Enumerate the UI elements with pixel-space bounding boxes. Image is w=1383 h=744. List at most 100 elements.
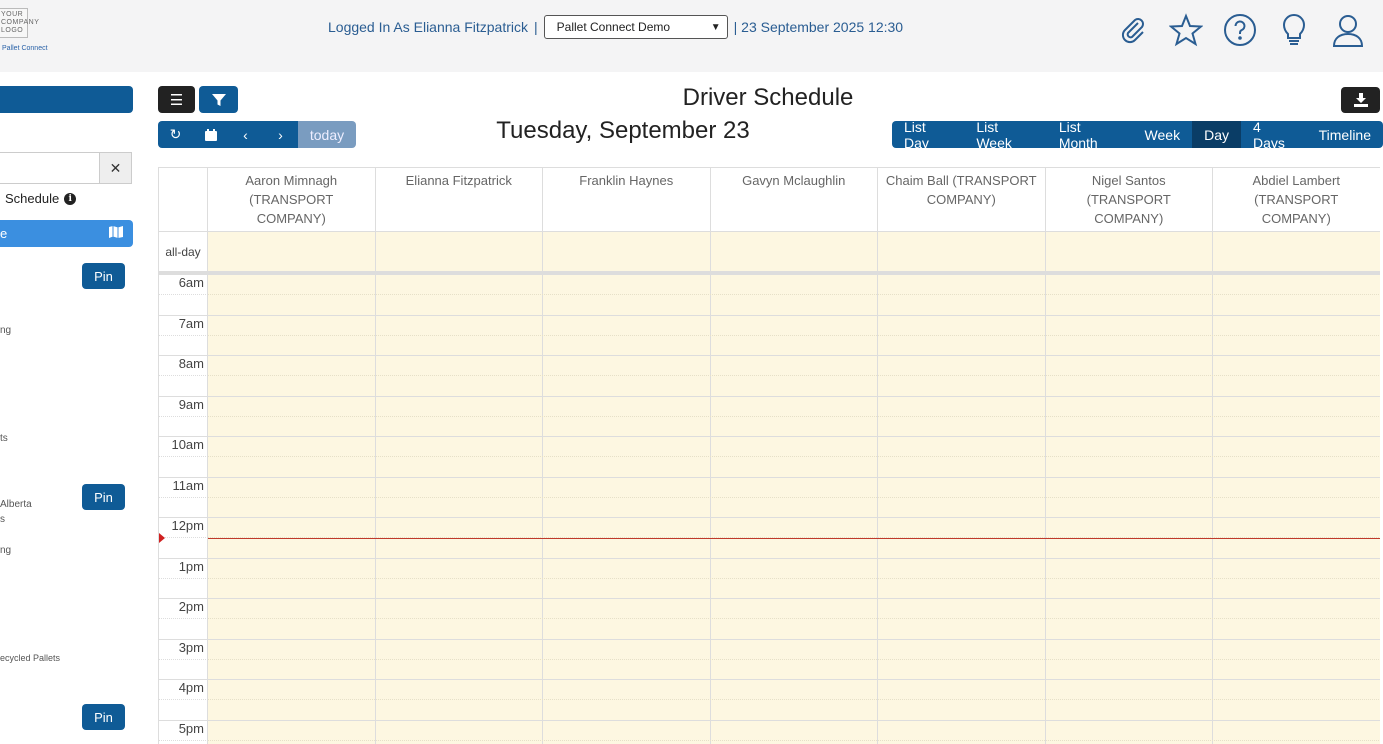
now-indicator-arrow (159, 532, 165, 543)
time-slot-column[interactable] (711, 274, 878, 744)
clear-search-button[interactable]: ✕ (99, 152, 132, 184)
calendar-picker-button[interactable] (193, 121, 228, 148)
company-select[interactable]: Pallet Connect Demo ▼ (543, 15, 728, 39)
hour-label: 6am (178, 275, 204, 290)
filter-icon (211, 93, 226, 106)
pin-button[interactable]: Pin (82, 484, 125, 510)
logged-in-text: Logged In As Elianna Fitzpatrick (328, 19, 529, 35)
pin-button[interactable]: Pin (82, 263, 125, 289)
view-week[interactable]: Week (1133, 121, 1193, 148)
calendar-nav-buttons: ↻ ‹ › today (158, 121, 356, 148)
current-date-title: Tuesday, September 23 (496, 117, 750, 144)
menu-button[interactable]: ☰ (158, 86, 195, 113)
resource-header: Elianna Fitzpatrick (376, 168, 543, 231)
prev-button[interactable]: ‹ (228, 121, 263, 148)
half-hour-axis-line (159, 375, 208, 377)
refresh-button[interactable]: ↻ (158, 121, 193, 148)
pin-button[interactable]: Pin (82, 704, 125, 730)
all-day-slot[interactable] (878, 232, 1046, 271)
calendar-grid: Aaron Mimnagh (TRANSPORT COMPANY) Eliann… (158, 167, 1380, 744)
axis-header (159, 168, 208, 231)
time-slot-column[interactable] (543, 274, 711, 744)
refresh-icon: ↻ (169, 126, 182, 142)
half-hour-axis-line (159, 739, 208, 741)
view-4-days[interactable]: 4 Days (1241, 121, 1307, 148)
hour-label: 5pm (178, 720, 204, 736)
time-axis (159, 274, 208, 744)
sidebar-search-input[interactable] (0, 152, 100, 184)
hour-label: 2pm (178, 599, 204, 614)
resource-header: Franklin Haynes (543, 168, 711, 231)
all-day-slot[interactable] (543, 232, 711, 271)
sidebar-active-item-label: e (0, 226, 8, 241)
hour-line (159, 638, 1380, 640)
resource-header-row: Aaron Mimnagh (TRANSPORT COMPANY) Eliann… (159, 168, 1380, 232)
hour-label: 11am (172, 477, 204, 493)
hour-label: 7am (178, 315, 204, 331)
view-switcher: List Day List Week List Month Week Day 4… (892, 121, 1383, 148)
paperclip-icon[interactable] (1114, 12, 1150, 48)
hour-line (159, 314, 1380, 316)
current-datetime: | 23 September 2025 12:30 (733, 19, 904, 35)
sidebar-top-button[interactable] (0, 86, 133, 113)
view-list-day[interactable]: List Day (892, 121, 964, 148)
all-day-row: all-day (159, 232, 1380, 274)
hour-line (159, 517, 1380, 518)
star-icon[interactable] (1168, 12, 1204, 48)
all-day-slot[interactable] (375, 232, 543, 271)
company-logo[interactable]: YOUR COMPANY LOGO (0, 8, 39, 38)
time-grid: 6am 7am 8am 9am 10am 11am 12pm 1pm 2pm 3pm 4pm 5pm (159, 274, 1380, 744)
sidebar-text-fragment: Alberta (0, 499, 32, 510)
hour-line (159, 395, 1380, 397)
today-button[interactable]: today (298, 121, 356, 148)
all-day-label: all-day (159, 232, 208, 271)
resource-header: Aaron Mimnagh (TRANSPORT COMPANY) (208, 168, 376, 231)
resource-header: Abdiel Lambert (TRANSPORT COMPANY) (1213, 168, 1380, 231)
user-icon[interactable] (1330, 12, 1366, 48)
time-slot-column[interactable] (1213, 274, 1380, 744)
half-hour-axis-line (159, 537, 208, 539)
view-timeline[interactable]: Timeline (1307, 121, 1383, 148)
half-hour-axis-line (159, 415, 208, 417)
now-indicator-line (208, 537, 1380, 539)
all-day-slot[interactable] (1045, 232, 1213, 271)
time-slot-column[interactable] (208, 274, 376, 744)
download-icon (1353, 93, 1368, 107)
next-button[interactable]: › (263, 121, 298, 148)
login-info: Logged In As Elianna Fitzpatrick | Palle… (328, 15, 903, 39)
hour-label: 12pm (171, 518, 204, 533)
half-hour-axis-line (159, 658, 208, 660)
sidebar-text-fragment: ecycled Pallets (0, 653, 61, 663)
time-slot-column[interactable] (376, 274, 543, 744)
view-list-week[interactable]: List Week (964, 121, 1046, 148)
page-title: Driver Schedule (682, 84, 854, 111)
download-button[interactable] (1341, 87, 1380, 113)
info-icon[interactable]: i (64, 192, 77, 205)
all-day-slot[interactable] (710, 232, 878, 271)
time-slot-column[interactable] (1046, 274, 1213, 744)
map-icon[interactable] (109, 226, 123, 241)
left-sidebar: ✕ Schedule i e Pin ng ts Pin Alberta s n… (0, 72, 145, 744)
all-day-slot[interactable] (1213, 232, 1380, 271)
lightbulb-icon[interactable] (1276, 12, 1312, 48)
half-hour-axis-line (159, 334, 208, 336)
sidebar-active-item[interactable]: e (0, 220, 133, 247)
half-hour-axis-line (159, 294, 208, 296)
half-hour-axis-line (159, 456, 208, 458)
filter-button[interactable] (199, 86, 238, 113)
all-day-slot[interactable] (208, 232, 376, 271)
half-hour-axis-line (159, 618, 208, 620)
help-icon[interactable] (1222, 12, 1258, 48)
half-hour-line (208, 456, 1380, 458)
time-slot-column[interactable] (878, 274, 1046, 744)
half-hour-line (208, 618, 1380, 620)
sidebar-text-fragment: ng (0, 545, 12, 556)
half-hour-line (208, 375, 1380, 377)
hour-label: 1pm (178, 558, 204, 574)
company-select-value: Pallet Connect Demo (556, 20, 671, 34)
view-day[interactable]: Day (1192, 121, 1241, 148)
half-hour-axis-line (159, 496, 208, 498)
resource-header: Chaim Ball (TRANSPORT COMPANY) (878, 168, 1046, 231)
chevron-right-icon: › (278, 126, 283, 143)
view-list-month[interactable]: List Month (1047, 121, 1133, 148)
